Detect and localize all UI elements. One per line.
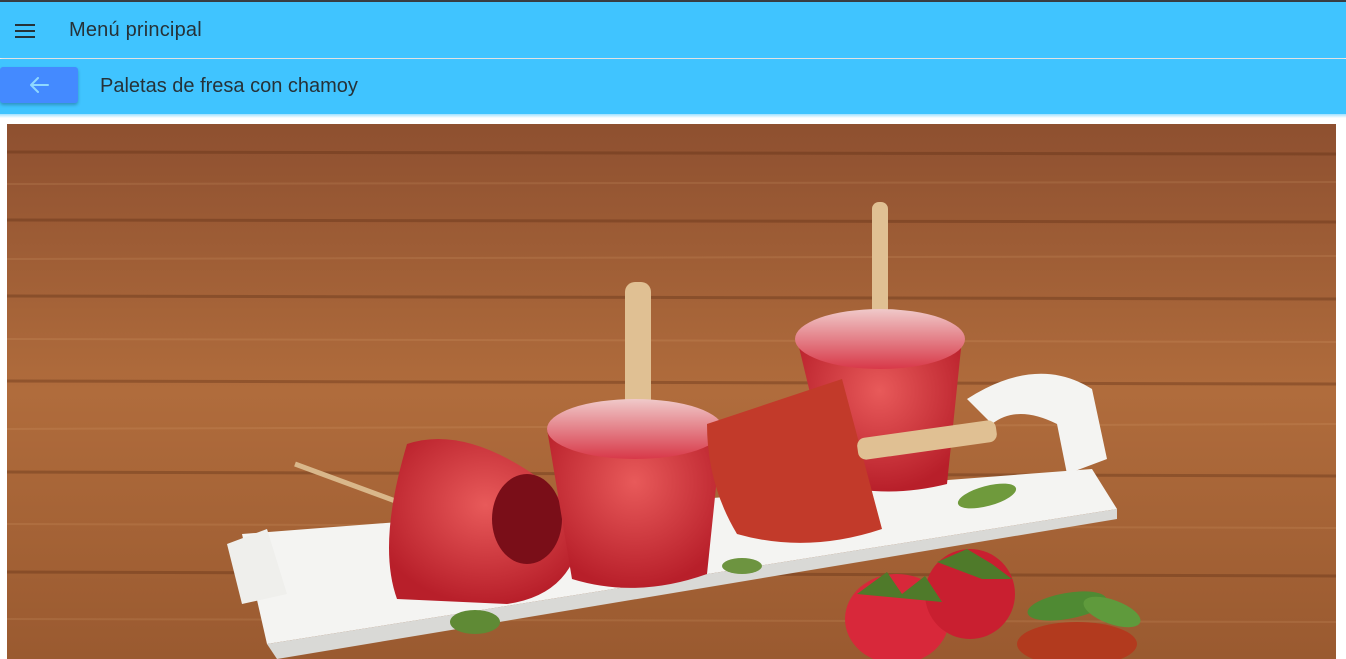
recipe-header-bar: Paletas de fresa con chamoy	[0, 59, 1346, 114]
header-shadow	[0, 114, 1346, 118]
menu-button[interactable]	[10, 16, 40, 46]
recipe-hero-image	[7, 124, 1336, 659]
back-button[interactable]	[0, 67, 78, 103]
arrow-left-icon	[30, 77, 49, 93]
app-title: Menú principal	[69, 19, 202, 41]
app-bar: Menú principal	[0, 2, 1346, 58]
hamburger-menu-icon	[15, 24, 35, 38]
recipe-title: Paletas de fresa con chamoy	[100, 75, 358, 97]
